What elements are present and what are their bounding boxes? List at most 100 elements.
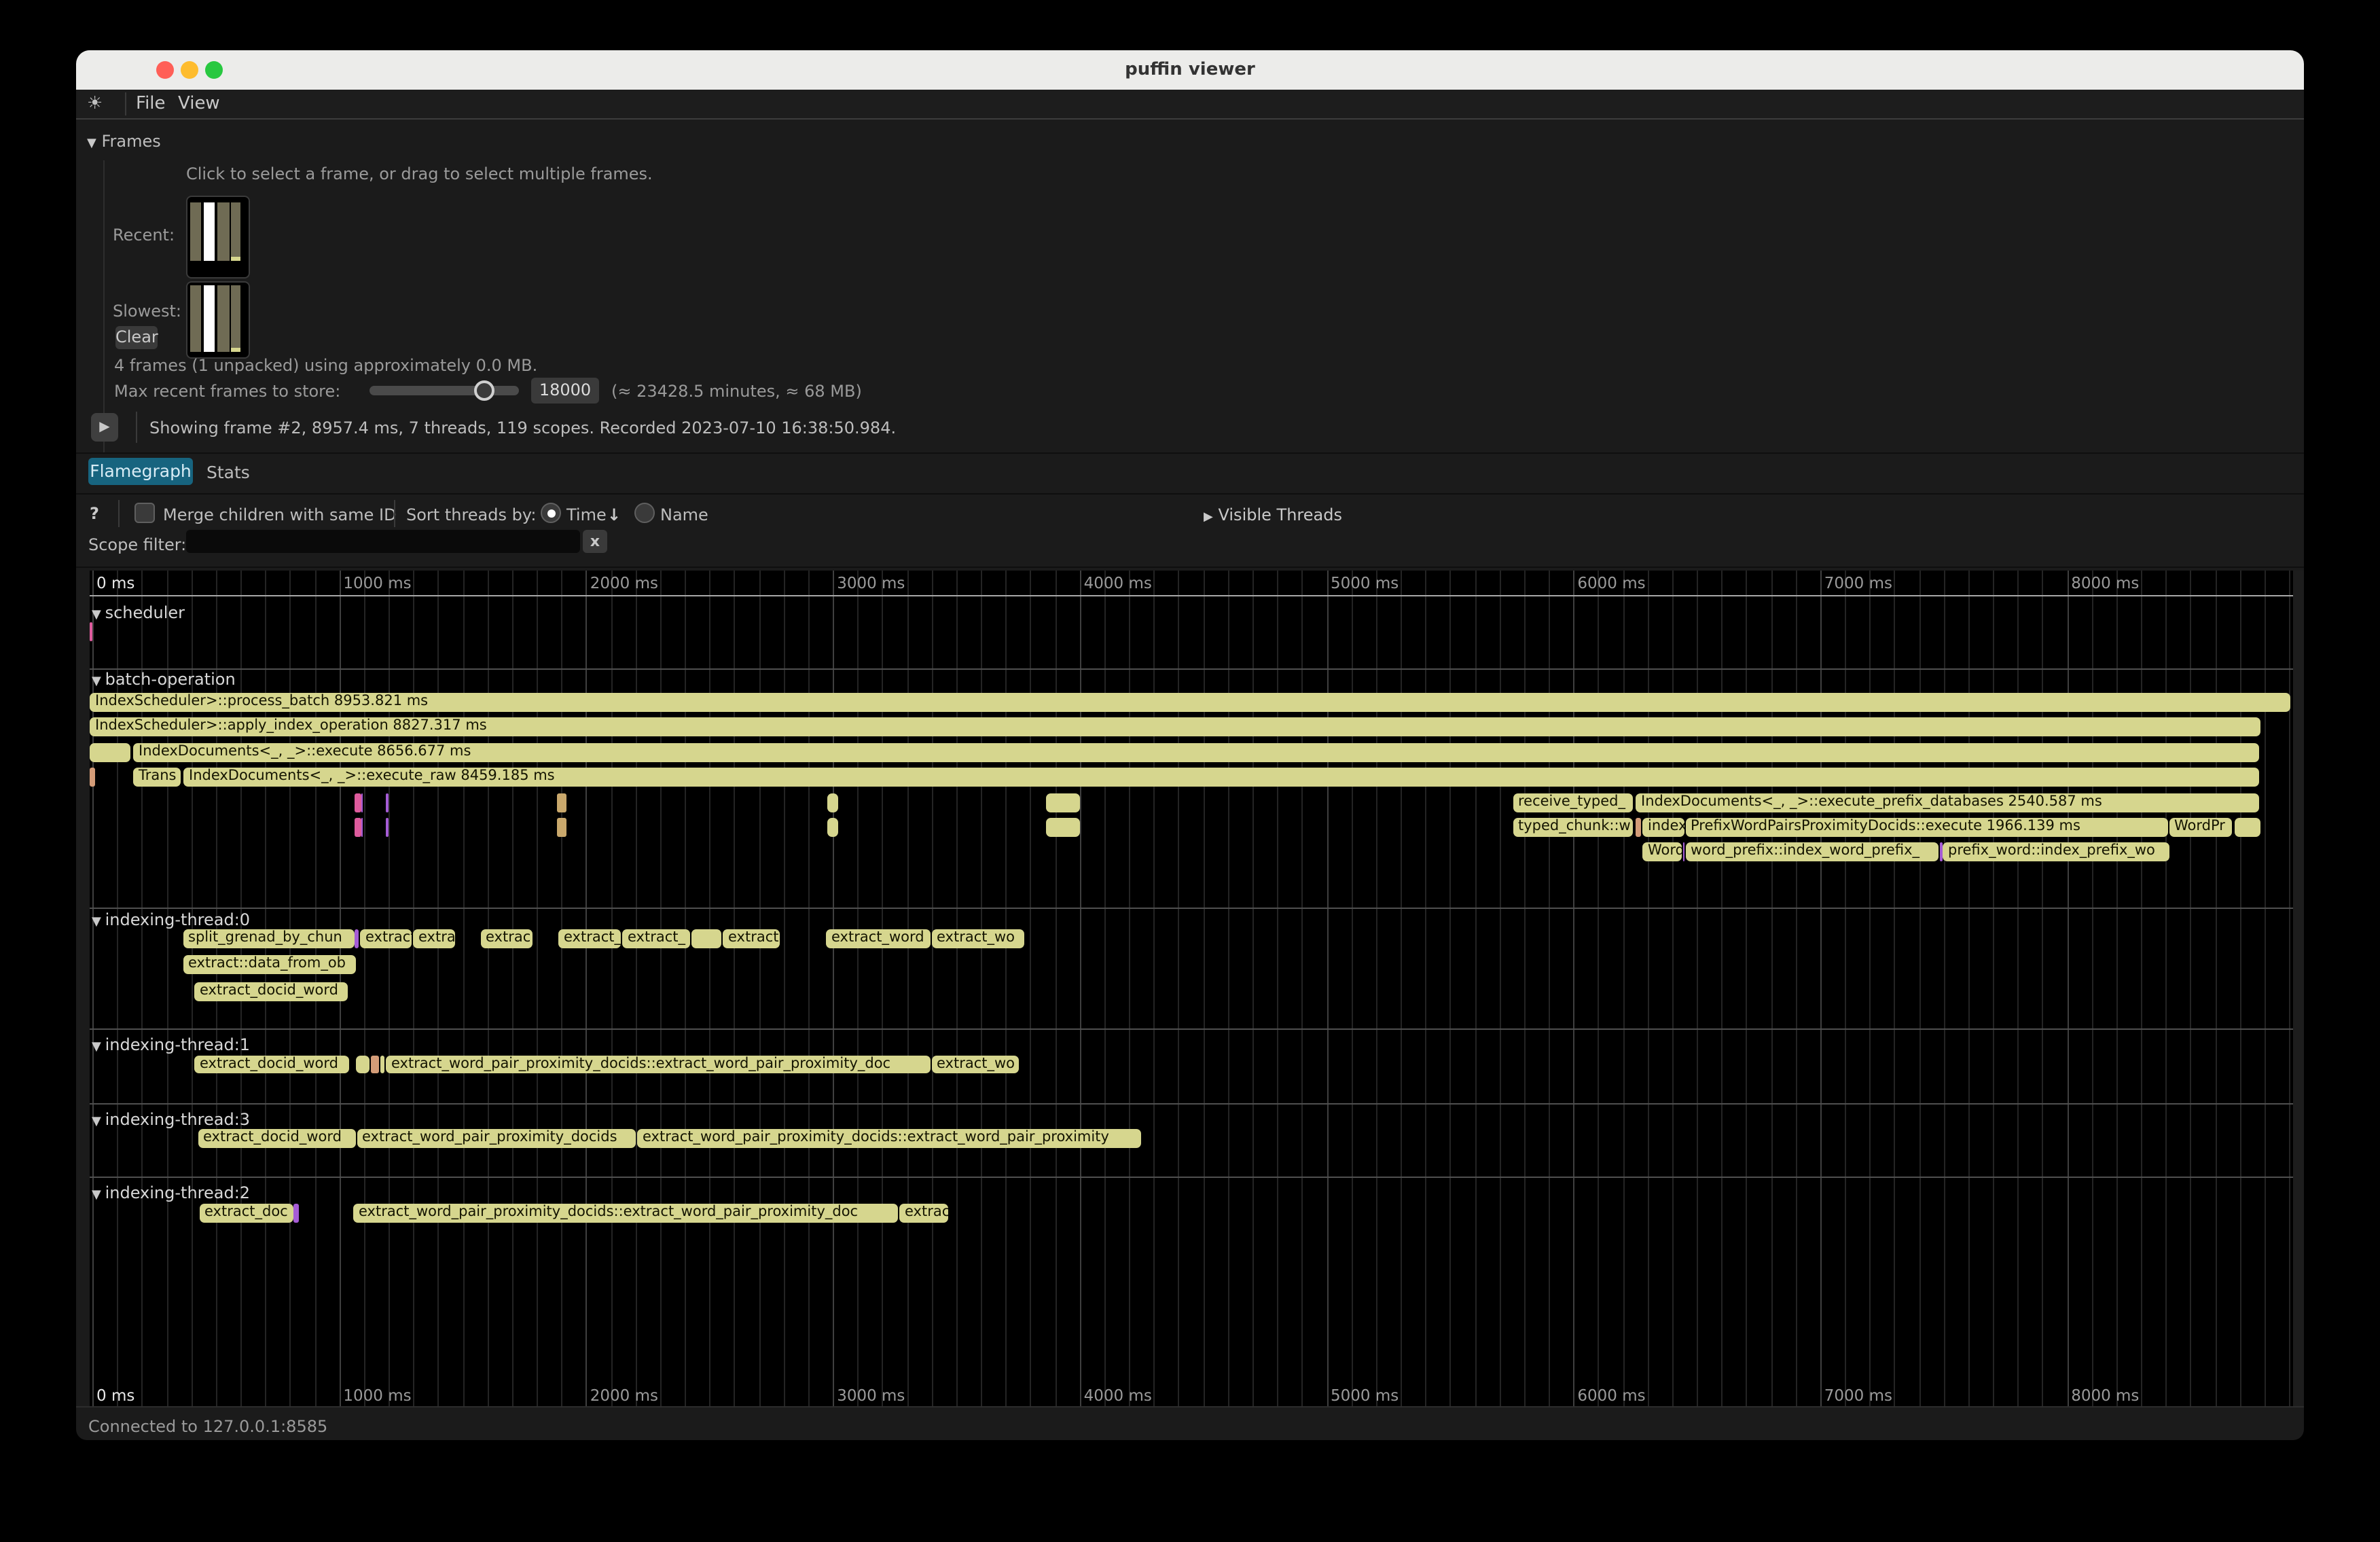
visible-threads-toggle[interactable]: ▶ Visible Threads [1204, 505, 1342, 524]
clear-frames-button[interactable]: Clear [115, 326, 158, 349]
flame-bar[interactable]: PrefixWordPairsProximityDocids::execute … [1685, 818, 2167, 836]
thread-label[interactable]: ▼ scheduler [92, 603, 185, 622]
slider-knob[interactable] [474, 380, 494, 401]
flame-bar[interactable]: split_grenad_by_chun [183, 929, 354, 948]
flame-bar[interactable] [355, 929, 358, 948]
scope-filter-input[interactable] [186, 530, 580, 553]
flame-bar[interactable]: extract_word [826, 929, 930, 948]
axis-tick-label: 7000 ms [1824, 573, 1892, 592]
flame-bar[interactable]: extract [360, 929, 412, 948]
theme-toggle-icon[interactable]: ☀ [87, 94, 103, 114]
flame-bar[interactable]: prefix_word::index_prefix_wo [1943, 842, 2169, 861]
flame-bar[interactable] [1046, 793, 1080, 812]
merge-children-label[interactable]: Merge children with same ID [163, 505, 397, 524]
flame-bar[interactable]: typed_chunk::w [1513, 818, 1632, 836]
sort-name-label[interactable]: Name [660, 505, 708, 524]
flame-bar[interactable]: extract_doc [199, 1204, 293, 1222]
screen: puffin viewer ☀ File View ▼ Frames Click… [0, 0, 2380, 1542]
max-frames-value[interactable]: 18000 [531, 378, 599, 404]
merge-children-checkbox[interactable] [134, 503, 155, 523]
section-separator [89, 1028, 2304, 1029]
flame-bar[interactable]: extrac [899, 1204, 948, 1222]
flame-bar[interactable]: extract_word_pair_proximity_docids::extr… [353, 1204, 897, 1222]
flame-bar[interactable] [827, 793, 838, 812]
help-button[interactable]: ? [90, 504, 99, 523]
flame-bar[interactable] [2234, 818, 2260, 836]
frames-section-header[interactable]: ▼ Frames [87, 132, 161, 151]
thread-label[interactable]: ▼ indexing-thread:3 [92, 1110, 250, 1129]
flame-bar[interactable]: extra [413, 929, 455, 948]
flame-bar[interactable]: IndexScheduler>::apply_index_operation 8… [90, 717, 2260, 736]
flame-bar[interactable]: extract_docid_word [194, 982, 347, 1001]
thread-label[interactable]: ▼ indexing-thread:2 [92, 1183, 250, 1202]
scope-filter-label: Scope filter: [88, 535, 186, 554]
flame-bar[interactable]: Trans [133, 768, 181, 786]
thread-label[interactable]: ▼ indexing-thread:0 [92, 910, 250, 929]
flame-bar[interactable] [356, 1055, 369, 1073]
flame-bar[interactable]: Word [1642, 842, 1681, 861]
tab-flamegraph[interactable]: Flamegraph [88, 458, 193, 485]
play-button[interactable]: ▶ [91, 413, 118, 442]
flame-bar[interactable]: extrac [480, 929, 532, 948]
flame-bar[interactable] [1682, 842, 1684, 861]
flame-bar[interactable] [355, 818, 361, 836]
flame-bar[interactable]: IndexScheduler>::process_batch 8953.821 … [90, 693, 2290, 711]
flame-bar[interactable] [361, 818, 363, 836]
menu-view[interactable]: View [178, 94, 220, 114]
flame-bar[interactable]: index [1642, 818, 1684, 836]
flame-bar[interactable]: WordPr [2169, 818, 2232, 836]
flame-bar[interactable] [355, 793, 361, 812]
flame-bar[interactable]: extract::data_from_ob [183, 955, 356, 973]
flame-bar[interactable] [90, 743, 130, 761]
menu-divider [125, 92, 126, 115]
flame-bar[interactable]: extract_wo [931, 1055, 1019, 1073]
flame-bar[interactable] [361, 793, 363, 812]
flame-bar[interactable]: IndexDocuments<_, _>::execute_prefix_dat… [1636, 793, 2259, 812]
flame-bar[interactable]: extract_word_pair_proximity_docids::extr… [386, 1055, 930, 1073]
flame-bar[interactable] [1635, 818, 1641, 836]
sort-time-label[interactable]: Time [566, 505, 607, 524]
flame-bar[interactable] [1940, 842, 1942, 861]
flame-bar[interactable]: receive_typed_ [1513, 793, 1632, 812]
flame-bar[interactable] [557, 818, 566, 836]
flame-bar[interactable] [293, 1204, 299, 1222]
menu-file[interactable]: File [136, 94, 166, 114]
collapse-triangle-icon: ▼ [92, 1115, 105, 1129]
flame-bar[interactable]: IndexDocuments<_, _>::execute 8656.677 m… [133, 743, 2259, 761]
flame-bar[interactable] [380, 1055, 384, 1073]
flame-bar[interactable] [557, 793, 566, 812]
flame-bar[interactable]: extract [723, 929, 780, 948]
collapse-triangle-icon: ▼ [92, 609, 105, 622]
recent-frame-thumbnail[interactable] [185, 195, 249, 278]
thread-label[interactable]: ▼ batch-operation [92, 670, 236, 689]
flame-bar[interactable] [1046, 818, 1080, 836]
flame-bar[interactable]: IndexDocuments<_, _>::execute_raw 8459.1… [183, 768, 2259, 786]
flame-bar[interactable]: extract_word_pair_proximity_docids [357, 1129, 636, 1147]
flame-bar[interactable] [370, 1055, 379, 1073]
flame-bar[interactable]: extract_word_pair_proximity_docids::extr… [637, 1129, 1140, 1147]
flame-bar[interactable]: extract_docid_word [194, 1055, 348, 1073]
flame-bar[interactable]: extract_docid_word [198, 1129, 355, 1147]
flame-bar[interactable]: word_prefix::index_word_prefix_ [1685, 842, 1939, 861]
flame-bar[interactable] [89, 622, 92, 641]
frame-bar-tick [231, 348, 240, 351]
sort-time-radio[interactable] [541, 503, 561, 523]
flame-bar[interactable] [386, 793, 389, 812]
flamegraph-canvas[interactable]: 0 ms0 ms1000 ms1000 ms2000 ms2000 ms3000… [89, 571, 2304, 1406]
flame-bar[interactable] [89, 768, 95, 786]
flame-bar[interactable]: extract_ [558, 929, 621, 948]
slowest-frame-thumbnail[interactable] [185, 281, 249, 358]
sort-name-radio[interactable] [634, 503, 655, 523]
max-frames-slider[interactable] [369, 386, 519, 395]
flame-bar[interactable] [827, 818, 838, 836]
tab-stats[interactable]: Stats [206, 462, 250, 482]
sort-direction-arrow-icon[interactable]: ↓ [607, 505, 621, 524]
thread-label[interactable]: ▼ indexing-thread:1 [92, 1035, 250, 1054]
clear-filter-button[interactable]: x [583, 530, 607, 553]
flame-bar[interactable] [691, 929, 721, 948]
flame-bar[interactable]: extract_wo [931, 929, 1024, 948]
scrollbar-track[interactable] [2292, 571, 2303, 1406]
axis-tick-label: 3000 ms [837, 573, 905, 592]
flame-bar[interactable]: extract_ [622, 929, 689, 948]
flame-bar[interactable] [386, 818, 389, 836]
